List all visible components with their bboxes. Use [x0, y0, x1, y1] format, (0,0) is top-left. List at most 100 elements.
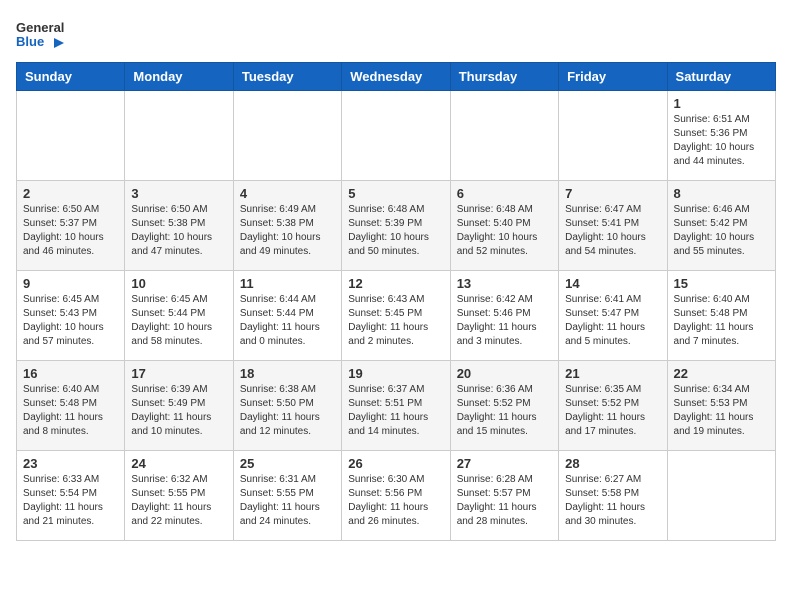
day-info: Sunrise: 6:51 AM Sunset: 5:36 PM Dayligh…: [674, 113, 769, 169]
calendar-day-17: 17 Sunrise: 6:39 AM Sunset: 5:49 PM Dayli…: [125, 361, 233, 451]
calendar-day-3: 3 Sunrise: 6:50 AM Sunset: 5:38 PM Daylig…: [125, 181, 233, 271]
day-info: Sunrise: 6:47 AM Sunset: 5:41 PM Dayligh…: [565, 203, 660, 259]
day-number: 13: [457, 276, 552, 291]
day-number: 21: [565, 366, 660, 381]
day-number: 1: [674, 96, 769, 111]
day-info: Sunrise: 6:40 AM Sunset: 5:48 PM Dayligh…: [674, 293, 769, 349]
day-info: Sunrise: 6:50 AM Sunset: 5:38 PM Dayligh…: [131, 203, 226, 259]
logo-icon: General Blue: [16, 16, 64, 52]
day-info: Sunrise: 6:48 AM Sunset: 5:40 PM Dayligh…: [457, 203, 552, 259]
day-number: 8: [674, 186, 769, 201]
day-info: Sunrise: 6:45 AM Sunset: 5:44 PM Dayligh…: [131, 293, 226, 349]
calendar-day-21: 21Sunrise: 6:35 AM Sunset: 5:52 PM Dayli…: [559, 361, 667, 451]
day-number: 3: [131, 186, 226, 201]
weekday-header-thursday: Thursday: [450, 63, 558, 91]
calendar-day-4: 4 Sunrise: 6:49 AM Sunset: 5:38 PM Daylig…: [233, 181, 341, 271]
calendar-day-10: 10 Sunrise: 6:45 AM Sunset: 5:44 PM Dayli…: [125, 271, 233, 361]
svg-text:General: General: [16, 20, 64, 35]
calendar-day-25: 25 Sunrise: 6:31 AM Sunset: 5:55 PM Dayli…: [233, 451, 341, 541]
day-info: Sunrise: 6:49 AM Sunset: 5:38 PM Dayligh…: [240, 203, 335, 259]
calendar-day-14: 14 Sunrise: 6:41 AM Sunset: 5:47 PM Dayli…: [559, 271, 667, 361]
day-number: 27: [457, 456, 552, 471]
day-number: 25: [240, 456, 335, 471]
calendar-day-23: 23 Sunrise: 6:33 AM Sunset: 5:54 PM Dayli…: [17, 451, 125, 541]
day-info: Sunrise: 6:50 AM Sunset: 5:37 PM Dayligh…: [23, 203, 118, 259]
calendar-day-13: 13 Sunrise: 6:42 AM Sunset: 5:46 PM Dayli…: [450, 271, 558, 361]
day-number: 19: [348, 366, 443, 381]
calendar-day-12: 12 Sunrise: 6:43 AM Sunset: 5:45 PM Dayli…: [342, 271, 450, 361]
weekday-header-saturday: Saturday: [667, 63, 775, 91]
empty-cell: [125, 91, 233, 181]
day-number: 26: [348, 456, 443, 471]
calendar-day-24: 24 Sunrise: 6:32 AM Sunset: 5:55 PM Dayli…: [125, 451, 233, 541]
calendar-day-16: 16 Sunrise: 6:40 AM Sunset: 5:48 PM Dayli…: [17, 361, 125, 451]
day-number: 16: [23, 366, 118, 381]
day-info: Sunrise: 6:48 AM Sunset: 5:39 PM Dayligh…: [348, 203, 443, 259]
day-number: 6: [457, 186, 552, 201]
calendar-day-8: 8Sunrise: 6:46 AM Sunset: 5:42 PM Daylig…: [667, 181, 775, 271]
page-container: General Blue SundayMondayTuesdayWednesda…: [16, 16, 776, 541]
day-info: Sunrise: 6:32 AM Sunset: 5:55 PM Dayligh…: [131, 473, 226, 529]
empty-cell: [342, 91, 450, 181]
day-number: 24: [131, 456, 226, 471]
calendar-day-26: 26 Sunrise: 6:30 AM Sunset: 5:56 PM Dayli…: [342, 451, 450, 541]
calendar-week-row: 1 Sunrise: 6:51 AM Sunset: 5:36 PM Daylig…: [17, 91, 776, 181]
day-info: Sunrise: 6:30 AM Sunset: 5:56 PM Dayligh…: [348, 473, 443, 529]
weekday-header-monday: Monday: [125, 63, 233, 91]
day-info: Sunrise: 6:41 AM Sunset: 5:47 PM Dayligh…: [565, 293, 660, 349]
calendar-day-9: 9 Sunrise: 6:45 AM Sunset: 5:43 PM Daylig…: [17, 271, 125, 361]
calendar-day-18: 18 Sunrise: 6:38 AM Sunset: 5:50 PM Dayli…: [233, 361, 341, 451]
day-info: Sunrise: 6:33 AM Sunset: 5:54 PM Dayligh…: [23, 473, 118, 529]
weekday-header-tuesday: Tuesday: [233, 63, 341, 91]
calendar-header-row: SundayMondayTuesdayWednesdayThursdayFrid…: [17, 63, 776, 91]
calendar-day-19: 19 Sunrise: 6:37 AM Sunset: 5:51 PM Dayli…: [342, 361, 450, 451]
day-number: 9: [23, 276, 118, 291]
calendar-day-1: 1 Sunrise: 6:51 AM Sunset: 5:36 PM Daylig…: [667, 91, 775, 181]
calendar-day-27: 27Sunrise: 6:28 AM Sunset: 5:57 PM Dayli…: [450, 451, 558, 541]
day-number: 12: [348, 276, 443, 291]
day-number: 2: [23, 186, 118, 201]
day-number: 20: [457, 366, 552, 381]
day-info: Sunrise: 6:34 AM Sunset: 5:53 PM Dayligh…: [674, 383, 769, 439]
day-number: 15: [674, 276, 769, 291]
weekday-header-friday: Friday: [559, 63, 667, 91]
calendar-day-6: 6 Sunrise: 6:48 AM Sunset: 5:40 PM Daylig…: [450, 181, 558, 271]
day-info: Sunrise: 6:39 AM Sunset: 5:49 PM Dayligh…: [131, 383, 226, 439]
day-info: Sunrise: 6:38 AM Sunset: 5:50 PM Dayligh…: [240, 383, 335, 439]
day-number: 23: [23, 456, 118, 471]
calendar-day-22: 22 Sunrise: 6:34 AM Sunset: 5:53 PM Dayli…: [667, 361, 775, 451]
empty-cell: [450, 91, 558, 181]
day-number: 11: [240, 276, 335, 291]
day-info: Sunrise: 6:42 AM Sunset: 5:46 PM Dayligh…: [457, 293, 552, 349]
empty-cell: [667, 451, 775, 541]
day-number: 7: [565, 186, 660, 201]
day-info: Sunrise: 6:43 AM Sunset: 5:45 PM Dayligh…: [348, 293, 443, 349]
day-info: Sunrise: 6:36 AM Sunset: 5:52 PM Dayligh…: [457, 383, 552, 439]
day-number: 14: [565, 276, 660, 291]
day-info: Sunrise: 6:45 AM Sunset: 5:43 PM Dayligh…: [23, 293, 118, 349]
day-number: 18: [240, 366, 335, 381]
day-number: 10: [131, 276, 226, 291]
day-info: Sunrise: 6:44 AM Sunset: 5:44 PM Dayligh…: [240, 293, 335, 349]
header: General Blue: [16, 16, 776, 52]
day-number: 4: [240, 186, 335, 201]
calendar-day-15: 15 Sunrise: 6:40 AM Sunset: 5:48 PM Dayli…: [667, 271, 775, 361]
svg-text:Blue: Blue: [16, 34, 44, 49]
calendar-table: SundayMondayTuesdayWednesdayThursdayFrid…: [16, 62, 776, 541]
weekday-header-wednesday: Wednesday: [342, 63, 450, 91]
day-info: Sunrise: 6:31 AM Sunset: 5:55 PM Dayligh…: [240, 473, 335, 529]
weekday-header-sunday: Sunday: [17, 63, 125, 91]
day-number: 5: [348, 186, 443, 201]
day-info: Sunrise: 6:40 AM Sunset: 5:48 PM Dayligh…: [23, 383, 118, 439]
calendar-week-row: 16 Sunrise: 6:40 AM Sunset: 5:48 PM Dayli…: [17, 361, 776, 451]
calendar-day-20: 20 Sunrise: 6:36 AM Sunset: 5:52 PM Dayli…: [450, 361, 558, 451]
calendar-day-5: 5 Sunrise: 6:48 AM Sunset: 5:39 PM Daylig…: [342, 181, 450, 271]
day-number: 17: [131, 366, 226, 381]
day-number: 22: [674, 366, 769, 381]
empty-cell: [233, 91, 341, 181]
calendar-week-row: 2 Sunrise: 6:50 AM Sunset: 5:37 PM Daylig…: [17, 181, 776, 271]
empty-cell: [559, 91, 667, 181]
day-info: Sunrise: 6:37 AM Sunset: 5:51 PM Dayligh…: [348, 383, 443, 439]
day-info: Sunrise: 6:27 AM Sunset: 5:58 PM Dayligh…: [565, 473, 660, 529]
calendar-week-row: 9 Sunrise: 6:45 AM Sunset: 5:43 PM Daylig…: [17, 271, 776, 361]
